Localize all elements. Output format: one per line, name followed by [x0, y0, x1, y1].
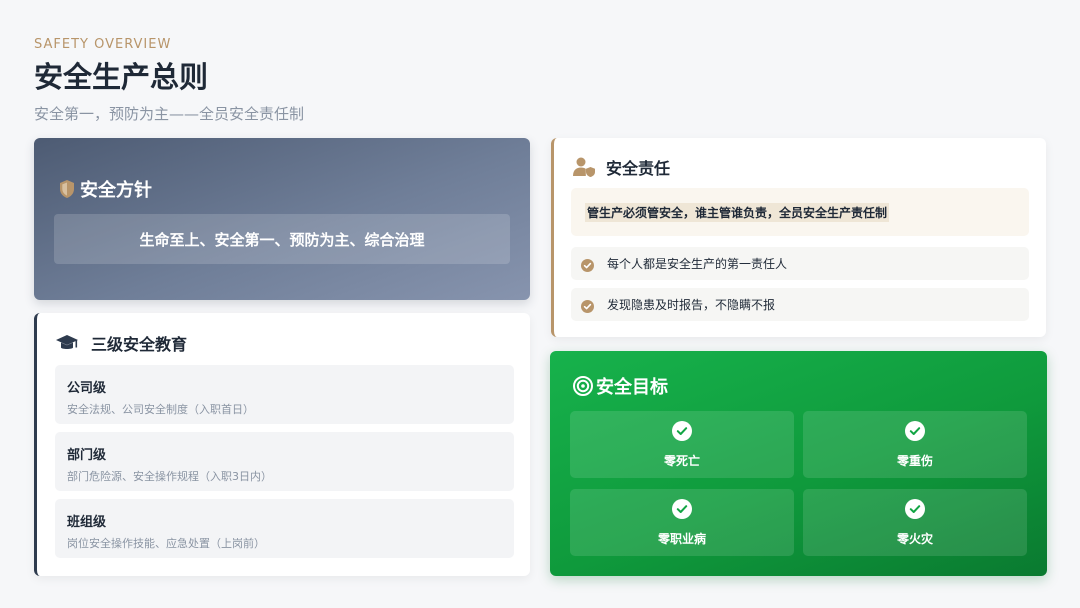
check-circle-icon [672, 421, 692, 441]
education-header: 三级安全教育 [55, 331, 187, 355]
policy-header: 安全方针 [56, 176, 152, 202]
goals-card: 安全目标 零死亡 零重伤 零职业病 零火灾 [550, 351, 1047, 576]
education-title: 三级安全教育 [91, 335, 188, 354]
goal-label: 零重伤 [896, 454, 933, 468]
user-shield-icon [572, 156, 596, 178]
education-level-name: 公司级 [67, 381, 107, 396]
education-level-desc: 岗位安全操作技能、应急处置（上岗前） [67, 537, 265, 550]
education-level-item: 部门级 部门危险源、安全操作规程（入职3日内） [55, 432, 514, 491]
goal-label: 零火灾 [896, 532, 933, 546]
check-circle-icon [672, 499, 692, 519]
responsibility-item: 发现隐患及时报告，不隐瞒不报 [571, 288, 1029, 321]
education-level-name: 班组级 [67, 515, 107, 530]
goals-header: 安全目标 [572, 373, 668, 399]
check-circle-icon [581, 257, 594, 272]
education-level-item: 班组级 岗位安全操作技能、应急处置（上岗前） [55, 499, 514, 558]
education-level-desc: 安全法规、公司安全制度（入职首日） [67, 403, 254, 416]
goals-title: 安全目标 [596, 377, 668, 398]
policy-statement: 生命至上、安全第一、预防为主、综合治理 [139, 230, 425, 249]
goal-label: 零职业病 [657, 532, 706, 546]
policy-statement-box: 生命至上、安全第一、预防为主、综合治理 [54, 214, 510, 264]
graduation-cap-icon [55, 332, 79, 354]
responsibility-principle: 管生产必须管安全，谁主管谁负责，全员安全生产责任制 [585, 202, 890, 222]
page-title: 安全生产总则 [34, 60, 209, 94]
shield-icon [56, 178, 78, 200]
goal-item: 零死亡 [570, 411, 794, 478]
responsibility-header: 安全责任 [572, 155, 670, 179]
check-circle-icon [905, 499, 925, 519]
check-circle-icon [905, 421, 925, 441]
education-card: 三级安全教育 公司级 安全法规、公司安全制度（入职首日） 部门级 部门危险源、安… [34, 313, 530, 576]
page: SAFETY OVERVIEW 安全生产总则 安全第一，预防为主——全员安全责任… [0, 0, 1080, 608]
responsibility-item-text: 发现隐患及时报告，不隐瞒不报 [607, 298, 776, 312]
eyebrow-label: SAFETY OVERVIEW [34, 37, 172, 52]
policy-card: 安全方针 生命至上、安全第一、预防为主、综合治理 [34, 138, 530, 300]
responsibility-principle-box: 管生产必须管安全，谁主管谁负责，全员安全生产责任制 [571, 188, 1029, 236]
responsibility-item-text: 每个人都是安全生产的第一责任人 [607, 257, 788, 271]
responsibility-card: 安全责任 管生产必须管安全，谁主管谁负责，全员安全生产责任制 每个人都是安全生产… [551, 138, 1046, 337]
education-level-item: 公司级 安全法规、公司安全制度（入职首日） [55, 365, 514, 424]
goal-item: 零职业病 [570, 489, 794, 556]
goal-item: 零火灾 [803, 489, 1027, 556]
education-level-name: 部门级 [67, 448, 107, 463]
education-level-desc: 部门危险源、安全操作规程（入职3日内） [67, 470, 272, 483]
goal-label: 零死亡 [663, 454, 700, 468]
responsibility-item: 每个人都是安全生产的第一责任人 [571, 247, 1029, 280]
page-subtitle: 安全第一，预防为主——全员安全责任制 [34, 105, 305, 123]
responsibility-title: 安全责任 [606, 159, 671, 178]
target-icon [572, 375, 594, 397]
policy-title: 安全方针 [80, 180, 152, 201]
check-circle-icon [581, 298, 594, 313]
goal-item: 零重伤 [803, 411, 1027, 478]
